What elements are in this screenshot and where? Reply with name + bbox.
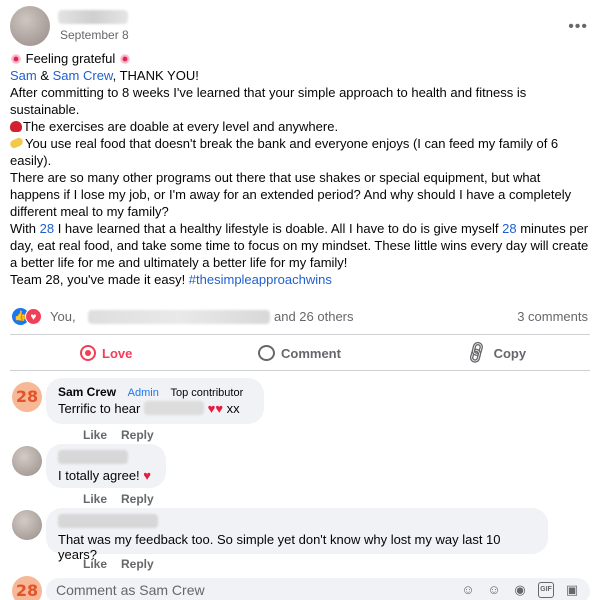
post-date[interactable]: September 8	[60, 28, 129, 42]
comments-count[interactable]: 3 comments	[517, 309, 588, 324]
copy-label: Copy	[493, 345, 527, 361]
copy-button[interactable]: 🔗︎ Copy	[462, 337, 527, 369]
author-name-redacted[interactable]	[58, 10, 128, 24]
composer-icons: ☺︎ ☺ ◉ GIF ▣	[460, 582, 580, 598]
divider	[10, 334, 590, 335]
bread-emoji-icon	[8, 136, 25, 150]
amp-text: &	[36, 68, 53, 83]
comment-author[interactable]: Sam Crew	[58, 385, 116, 399]
camera-icon[interactable]: ◉	[512, 582, 528, 598]
comment-actions: Like Reply	[83, 492, 154, 506]
comment-label: Comment	[281, 345, 341, 361]
comment-actions: Like Reply	[83, 557, 154, 571]
more-horizontal-icon[interactable]: •••	[568, 18, 588, 36]
commenter-avatar[interactable]	[12, 446, 42, 476]
mention-sam[interactable]: Sam	[10, 68, 37, 83]
composer-avatar[interactable]: 28	[12, 576, 42, 600]
post-line-team: Team 28, you've made it easy! #thesimple…	[10, 271, 590, 288]
admin-role: Admin	[127, 387, 159, 399]
emoji-icon[interactable]: ☺	[486, 582, 502, 598]
heart-emoji-icon: ♥	[143, 468, 151, 483]
reactions-summary: 👍 ♥ You, and 26 others 3 comments	[10, 306, 590, 328]
like-comment-button[interactable]: Like	[83, 557, 107, 571]
post-actions: Love Comment 🔗︎ Copy	[10, 337, 590, 369]
flower-emoji-icon	[11, 54, 21, 64]
thanks-text: , THANK YOU!	[112, 68, 199, 83]
reactors-others[interactable]: and 26 others	[274, 309, 354, 324]
hearts-emoji-icon: ♥♥	[207, 401, 224, 416]
reply-comment-button[interactable]: Reply	[121, 557, 154, 571]
link-icon: 🔗︎	[462, 338, 491, 367]
team-text: Team 28, you've made it easy!	[10, 272, 189, 287]
avatar-sticker-icon[interactable]: ☺︎	[460, 582, 476, 598]
reply-comment-button[interactable]: Reply	[121, 492, 154, 506]
exercises-text: The exercises are doable at every level …	[23, 119, 339, 134]
divider	[10, 370, 590, 371]
hashtag-link[interactable]: #thesimpleapproachwins	[189, 272, 332, 287]
reactors-you[interactable]: You,	[50, 309, 76, 324]
commenter-avatar[interactable]: 28	[12, 382, 42, 412]
post-line-exercises: The exercises are doable at every level …	[10, 118, 590, 135]
boxing-glove-emoji-icon	[10, 121, 22, 132]
flower-emoji-icon	[119, 54, 130, 64]
mention-redacted[interactable]	[144, 401, 204, 415]
lifestyle-text-a: With	[10, 221, 40, 236]
feeling-text: Feeling grateful	[25, 51, 116, 66]
post-line-lifestyle: With 28 I have learned that a healthy li…	[10, 220, 590, 271]
reply-comment-button[interactable]: Reply	[121, 428, 154, 442]
post-body: Feeling grateful Sam & Sam Crew, THANK Y…	[8, 50, 590, 288]
comment-bubble: I totally agree! ♥	[46, 444, 166, 488]
reactors-names-redacted[interactable]	[88, 310, 270, 324]
post-line-programs: There are so many other programs out the…	[10, 170, 572, 219]
comment-bubble: Sam Crew Admin Top contributor Terrific …	[46, 378, 264, 424]
post-line-food: You use real food that doesn't break the…	[8, 135, 590, 169]
comment-composer: ☺︎ ☺ ◉ GIF ▣	[46, 578, 590, 600]
post-line-committing: After committing to 8 weeks I've learned…	[10, 85, 527, 117]
comment-text: I totally agree! ♥	[58, 468, 154, 483]
link-28-minutes[interactable]: 28	[502, 221, 516, 236]
comment-author-redacted[interactable]	[58, 514, 158, 528]
love-reaction-icon[interactable]: ♥	[25, 308, 42, 325]
mention-sam-crew[interactable]: Sam Crew	[53, 68, 113, 83]
top-contributor-badge: Top contributor	[170, 387, 244, 399]
food-text: You use real food that doesn't break the…	[10, 136, 559, 168]
comment-bubble: That was my feedback too. So simple yet …	[46, 508, 548, 562]
comment-input[interactable]	[56, 582, 436, 598]
comment-text: Terrific to hear ♥♥ xx	[58, 401, 252, 416]
love-label: Love	[102, 345, 133, 361]
link-28[interactable]: 28	[40, 221, 54, 236]
comment-actions: Like Reply	[83, 428, 154, 442]
comment-bubble-icon	[258, 345, 275, 361]
author-avatar[interactable]	[10, 6, 50, 46]
comment-text-body: I totally agree!	[58, 468, 140, 483]
comment-text-start: Terrific to hear	[58, 401, 141, 416]
comment-button[interactable]: Comment	[258, 337, 341, 369]
comment-author-redacted[interactable]	[58, 450, 128, 464]
comment-text-end: xx	[223, 401, 240, 416]
lifestyle-text-b: I have learned that a healthy lifestyle …	[54, 221, 503, 236]
post-header: September 8 •••	[10, 6, 590, 50]
post-line-thanks: Sam & Sam Crew, THANK YOU!	[10, 67, 590, 84]
sticker-icon[interactable]: ▣	[564, 582, 580, 598]
like-comment-button[interactable]: Like	[83, 492, 107, 506]
like-comment-button[interactable]: Like	[83, 428, 107, 442]
commenter-avatar[interactable]	[12, 510, 42, 540]
love-icon	[80, 345, 96, 361]
gif-icon[interactable]: GIF	[538, 582, 554, 598]
love-button[interactable]: Love	[80, 337, 132, 369]
post-line-feeling: Feeling grateful	[10, 50, 590, 67]
